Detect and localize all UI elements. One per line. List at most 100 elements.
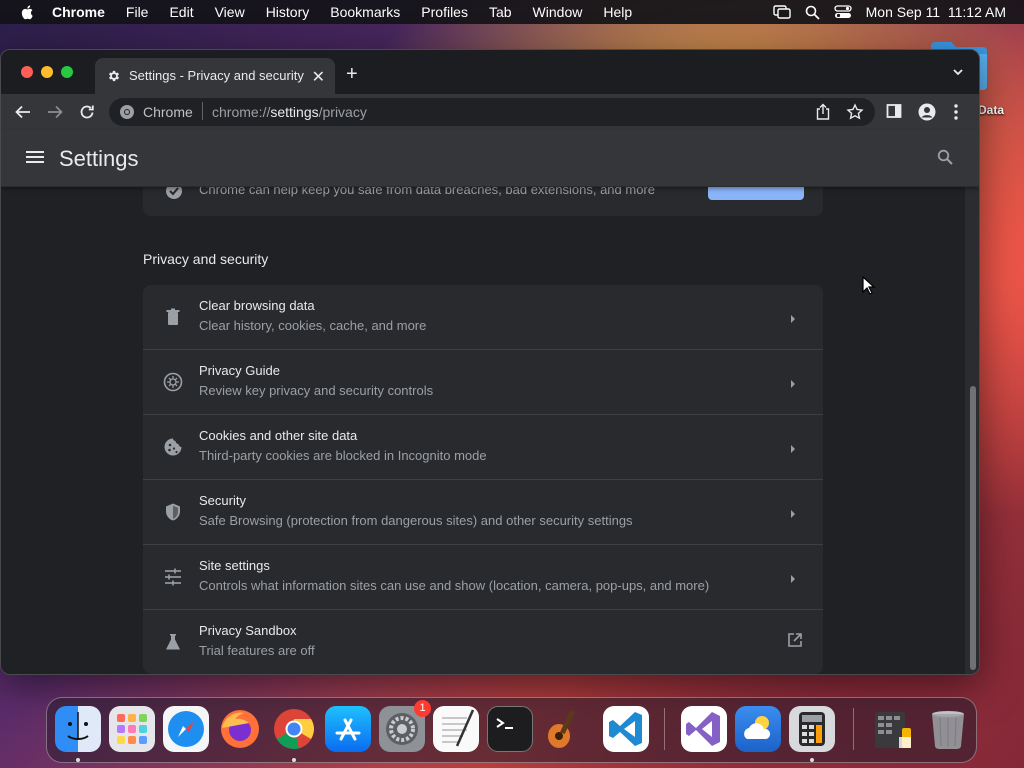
desktop-folder-label[interactable]: Data (978, 103, 1004, 117)
garageband-icon[interactable] (541, 706, 587, 752)
settings-row-privacy-sandbox[interactable]: Privacy Sandbox Trial features are off (143, 609, 823, 674)
scrollbar[interactable] (965, 186, 979, 674)
settings-row-cookies[interactable]: Cookies and other site data Third-party … (143, 414, 823, 479)
tab-strip: Settings - Privacy and security ✕ + (1, 50, 979, 94)
arrow-right-icon (789, 571, 797, 589)
bookmark-star-icon[interactable] (846, 103, 864, 124)
app-store-icon[interactable] (325, 706, 371, 752)
settings-row-clear-browsing-data[interactable]: Clear browsing data Clear history, cooki… (143, 285, 823, 349)
row-title: Privacy Guide (199, 363, 280, 378)
screen-mirroring-icon[interactable] (772, 5, 791, 19)
menu-view[interactable]: View (215, 4, 245, 20)
finder-icon[interactable] (55, 706, 101, 752)
section-title: Privacy and security (143, 251, 269, 267)
settings-gear-icon (107, 69, 121, 86)
external-link-icon[interactable] (787, 632, 803, 653)
row-title: Cookies and other site data (199, 428, 358, 443)
settings-row-privacy-guide[interactable]: Privacy Guide Review key privacy and sec… (143, 349, 823, 414)
weather-icon[interactable] (735, 706, 781, 752)
scrollbar-thumb[interactable] (970, 386, 976, 670)
shield-icon (163, 502, 183, 522)
privacy-settings-list: Clear browsing data Clear history, cooki… (143, 285, 823, 674)
chrome-app-icon[interactable] (271, 706, 317, 752)
row-subtitle: Review key privacy and security controls (199, 383, 434, 398)
settings-search-icon[interactable] (937, 149, 953, 170)
menu-help[interactable]: Help (603, 4, 632, 20)
calculator-icon[interactable] (789, 706, 835, 752)
menu-clock[interactable]: Mon Sep 11 11:12 AM (866, 4, 1006, 20)
dock: 1 (46, 697, 977, 763)
tab-close-icon[interactable]: ✕ (312, 67, 325, 87)
safety-check-card: Chrome can help keep you safe from data … (143, 186, 823, 216)
settings-content: Chrome can help keep you safe from data … (1, 186, 965, 674)
row-subtitle: Safe Browsing (protection from dangerous… (199, 513, 633, 528)
row-title: Site settings (199, 558, 270, 573)
share-icon[interactable] (815, 103, 831, 124)
menu-tab[interactable]: Tab (489, 4, 512, 20)
numbers-icon[interactable] (869, 706, 915, 752)
row-subtitle: Third-party cookies are blocked in Incog… (199, 448, 487, 463)
trash-bin-icon[interactable] (925, 706, 971, 752)
spotlight-search-icon[interactable] (805, 5, 820, 20)
control-center-icon[interactable] (833, 5, 852, 19)
row-subtitle: Trial features are off (199, 643, 315, 658)
tab-settings[interactable]: Settings - Privacy and security ✕ (95, 58, 335, 94)
arrow-right-icon (789, 441, 797, 459)
tab-search-chevron-icon[interactable] (952, 65, 964, 83)
firefox-icon[interactable] (217, 706, 263, 752)
apple-menu-icon[interactable] (20, 4, 36, 20)
cookie-icon (163, 437, 183, 457)
flask-icon (163, 632, 183, 652)
profile-avatar-icon[interactable] (918, 103, 936, 126)
menu-app-name[interactable]: Chrome (52, 4, 105, 20)
menu-bar: Chrome File Edit View History Bookmarks … (0, 0, 1024, 24)
mouse-cursor-icon (862, 275, 876, 301)
hamburger-menu-icon[interactable] (26, 150, 44, 169)
back-arrow-icon[interactable] (14, 103, 32, 126)
site-label: Chrome (143, 104, 193, 120)
check-now-button[interactable]: Check now (708, 186, 804, 200)
page-title: Settings (59, 146, 139, 171)
row-title: Security (199, 493, 246, 508)
side-panel-icon[interactable] (886, 103, 902, 124)
launchpad-icon[interactable] (109, 706, 155, 752)
window-close-button[interactable] (21, 66, 33, 78)
privacy-guide-icon (163, 372, 183, 392)
row-title: Clear browsing data (199, 298, 315, 313)
tune-icon (163, 567, 183, 587)
menu-edit[interactable]: Edit (169, 4, 193, 20)
address-separator (202, 102, 203, 120)
safari-icon[interactable] (163, 706, 209, 752)
trash-icon (163, 307, 183, 327)
arrow-right-icon (789, 376, 797, 394)
arrow-right-icon (789, 311, 797, 329)
menu-profiles[interactable]: Profiles (421, 4, 468, 20)
row-subtitle: Clear history, cookies, cache, and more (199, 318, 427, 333)
chrome-window: Settings - Privacy and security ✕ + Chro… (0, 49, 980, 675)
settings-row-site-settings[interactable]: Site settings Controls what information … (143, 544, 823, 609)
safety-check-shield-icon (165, 186, 183, 205)
system-settings-icon[interactable]: 1 (379, 700, 431, 752)
menu-file[interactable]: File (126, 4, 149, 20)
browser-toolbar: Chrome chrome://settings/privacy (1, 94, 979, 130)
terminal-icon[interactable] (487, 706, 533, 752)
window-zoom-button[interactable] (61, 66, 73, 78)
row-subtitle: Controls what information sites can use … (199, 578, 710, 593)
window-minimize-button[interactable] (41, 66, 53, 78)
safety-check-description: Chrome can help keep you safe from data … (199, 186, 655, 197)
textedit-icon[interactable] (433, 706, 479, 752)
chrome-logo-icon (119, 104, 135, 123)
menu-history[interactable]: History (266, 4, 310, 20)
vscode-icon[interactable] (603, 706, 649, 752)
url-text[interactable]: chrome://settings/privacy (212, 104, 367, 120)
menu-window[interactable]: Window (533, 4, 583, 20)
menu-bookmarks[interactable]: Bookmarks (330, 4, 400, 20)
address-bar[interactable]: Chrome chrome://settings/privacy (109, 98, 875, 126)
more-menu-icon[interactable] (953, 103, 959, 126)
visual-studio-icon[interactable] (681, 706, 727, 752)
reload-icon[interactable] (78, 103, 96, 126)
forward-arrow-icon[interactable] (46, 103, 64, 126)
settings-row-security[interactable]: Security Safe Browsing (protection from … (143, 479, 823, 544)
new-tab-button[interactable]: + (346, 64, 358, 84)
arrow-right-icon (789, 506, 797, 524)
